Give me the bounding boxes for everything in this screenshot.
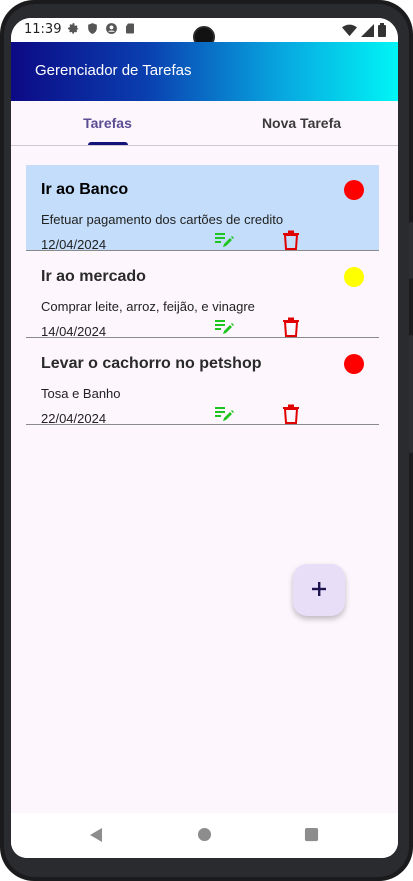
priority-indicator <box>344 267 364 287</box>
settings-icon <box>66 21 80 35</box>
delete-icon[interactable] <box>282 404 300 424</box>
add-task-button[interactable] <box>293 564 345 616</box>
recents-icon[interactable] <box>304 827 319 846</box>
navigation-bar <box>11 813 398 858</box>
task-title: Ir ao Banco <box>41 181 129 198</box>
task-title: Ir ao mercado <box>41 268 146 285</box>
status-bar: 11:39 <box>11 18 398 48</box>
notification-icons <box>66 21 137 35</box>
back-icon[interactable] <box>88 827 104 847</box>
task-item[interactable]: Levar o cachorro no petshop Tosa e Banho… <box>26 339 379 426</box>
task-date: 12/04/2024 <box>41 237 107 252</box>
tab-bar: Tarefas Nova Tarefa <box>11 101 398 146</box>
wifi-icon <box>342 22 357 41</box>
delete-icon[interactable] <box>282 230 300 250</box>
app-bar: Gerenciador de Tarefas <box>11 42 398 101</box>
volume-button <box>409 335 413 453</box>
task-date: 14/04/2024 <box>41 324 107 339</box>
shield-icon <box>85 21 99 35</box>
device-frame: 11:39 Gerenciador de Tarefas Tarefas Nov… <box>0 0 413 881</box>
system-status-icons <box>342 22 386 41</box>
battery-icon <box>378 22 386 41</box>
delete-icon[interactable] <box>282 317 300 337</box>
edit-icon[interactable] <box>215 319 235 335</box>
plus-icon <box>312 581 326 600</box>
signal-icon <box>361 22 374 41</box>
tab-indicator <box>88 142 128 145</box>
task-description: Tosa e Banho <box>41 386 121 401</box>
task-item[interactable]: Ir ao mercado Comprar leite, arroz, feij… <box>26 252 379 339</box>
edit-icon[interactable] <box>215 232 235 248</box>
tab-nova-tarefa[interactable]: Nova Tarefa <box>205 101 398 145</box>
account-icon <box>104 21 118 35</box>
power-button <box>409 222 413 279</box>
priority-indicator <box>344 180 364 200</box>
edit-icon[interactable] <box>215 406 235 422</box>
task-title: Levar o cachorro no petshop <box>41 355 262 372</box>
task-description: Efetuar pagamento dos cartões de credito <box>41 212 284 227</box>
screen: 11:39 Gerenciador de Tarefas Tarefas Nov… <box>11 18 398 858</box>
sd-card-icon <box>123 21 137 35</box>
task-description: Comprar leite, arroz, feijão, e vinagre <box>41 299 255 314</box>
task-item[interactable]: Ir ao Banco Efetuar pagamento dos cartõe… <box>26 165 379 252</box>
task-date: 22/04/2024 <box>41 411 107 426</box>
tab-tarefas[interactable]: Tarefas <box>11 101 204 145</box>
app-title: Gerenciador de Tarefas <box>35 62 192 79</box>
home-icon[interactable] <box>197 827 212 846</box>
priority-indicator <box>344 354 364 374</box>
status-time: 11:39 <box>24 22 62 37</box>
